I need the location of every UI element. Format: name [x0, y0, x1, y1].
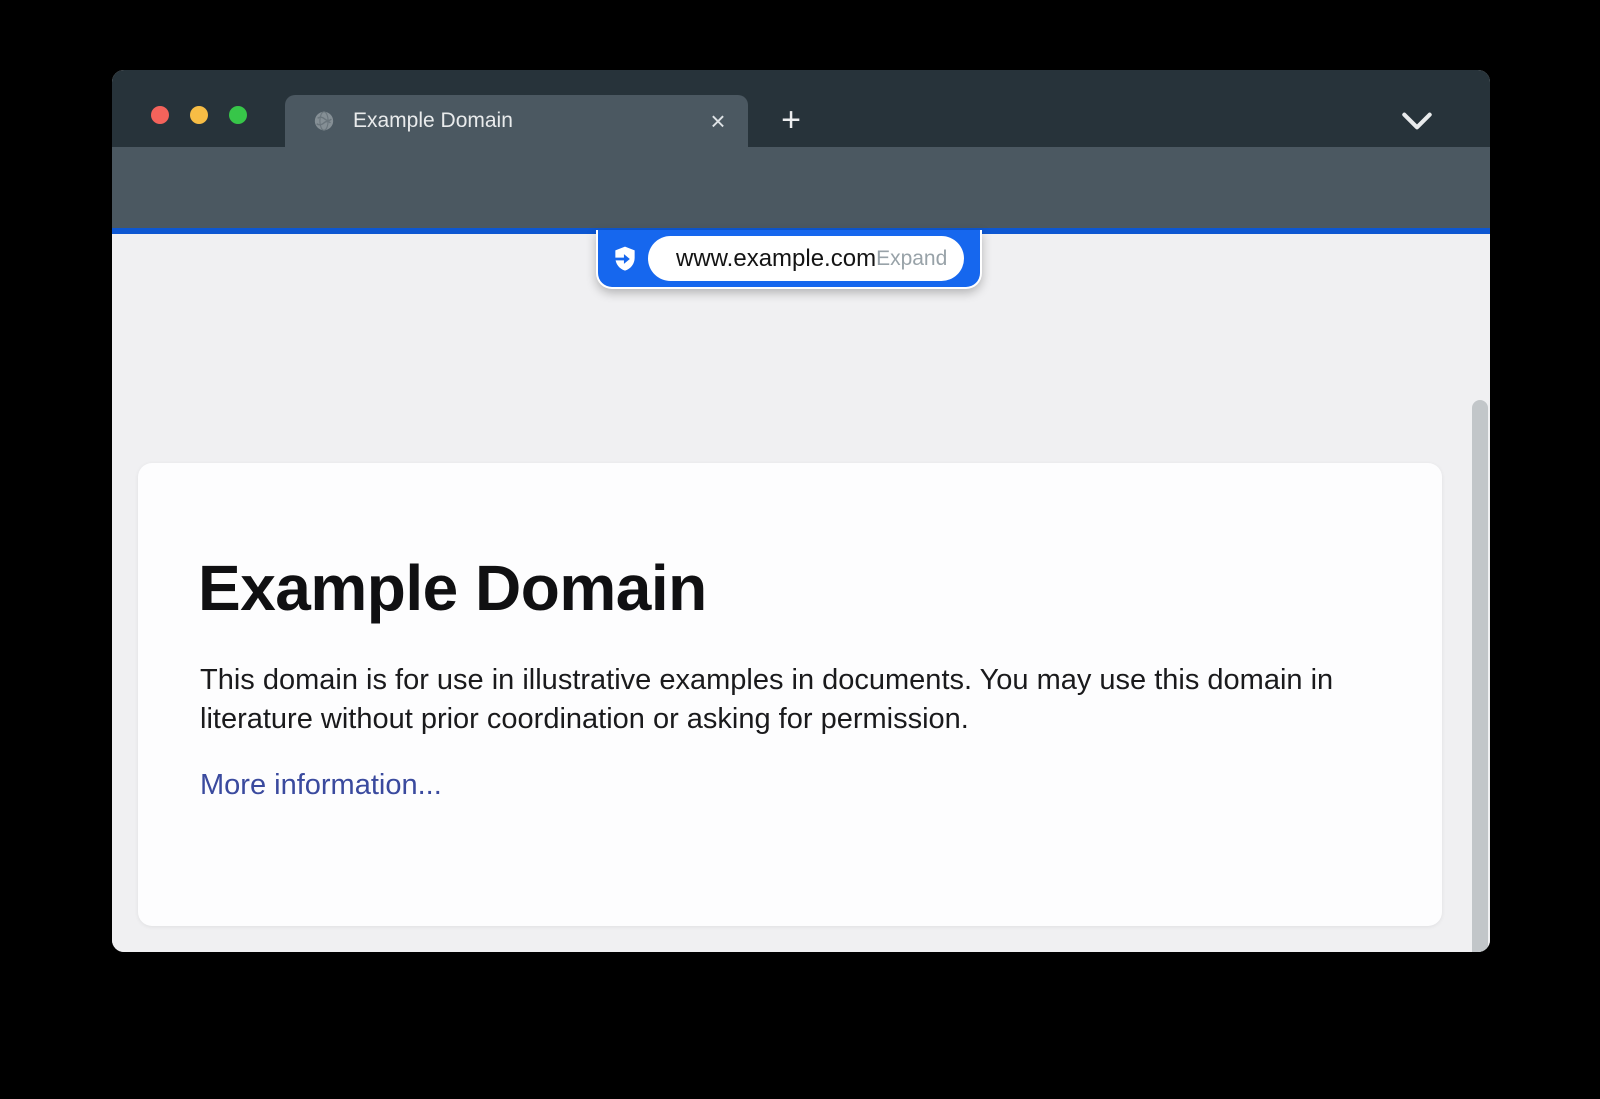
page-paragraph: This domain is for use in illustrative e…: [200, 661, 1355, 739]
zoom-window-button[interactable]: [229, 106, 247, 124]
new-tab-button[interactable]: +: [769, 99, 813, 143]
isolation-host-pill: www.example.com Expand: [596, 230, 982, 289]
chevron-down-icon[interactable]: [1398, 108, 1436, 134]
page-heading: Example Domain: [198, 551, 1380, 625]
tab-title: Example Domain: [353, 109, 700, 133]
page-viewport: Example Domain This domain is for use in…: [112, 234, 1490, 952]
vertical-scrollbar[interactable]: [1472, 400, 1488, 952]
tab-close-icon[interactable]: ×: [700, 103, 736, 139]
isolation-host-field[interactable]: www.example.com Expand: [648, 236, 964, 281]
expand-button[interactable]: Expand: [876, 247, 947, 271]
close-window-button[interactable]: [151, 106, 169, 124]
globe-icon: [313, 110, 335, 132]
content-card: Example Domain This domain is for use in…: [138, 463, 1442, 926]
minimize-window-button[interactable]: [190, 106, 208, 124]
browser-window: Example Domain × + bro: [112, 70, 1490, 952]
tab-example-domain[interactable]: Example Domain ×: [285, 95, 748, 147]
more-information-link[interactable]: More information...: [200, 769, 442, 802]
isolated-hostname: www.example.com: [676, 245, 876, 273]
tab-strip: Example Domain × +: [112, 70, 1490, 147]
shield-arrow-icon: [610, 244, 640, 274]
toolbar: browser-beta.cloudflareaccess.com/... C: [112, 147, 1490, 228]
